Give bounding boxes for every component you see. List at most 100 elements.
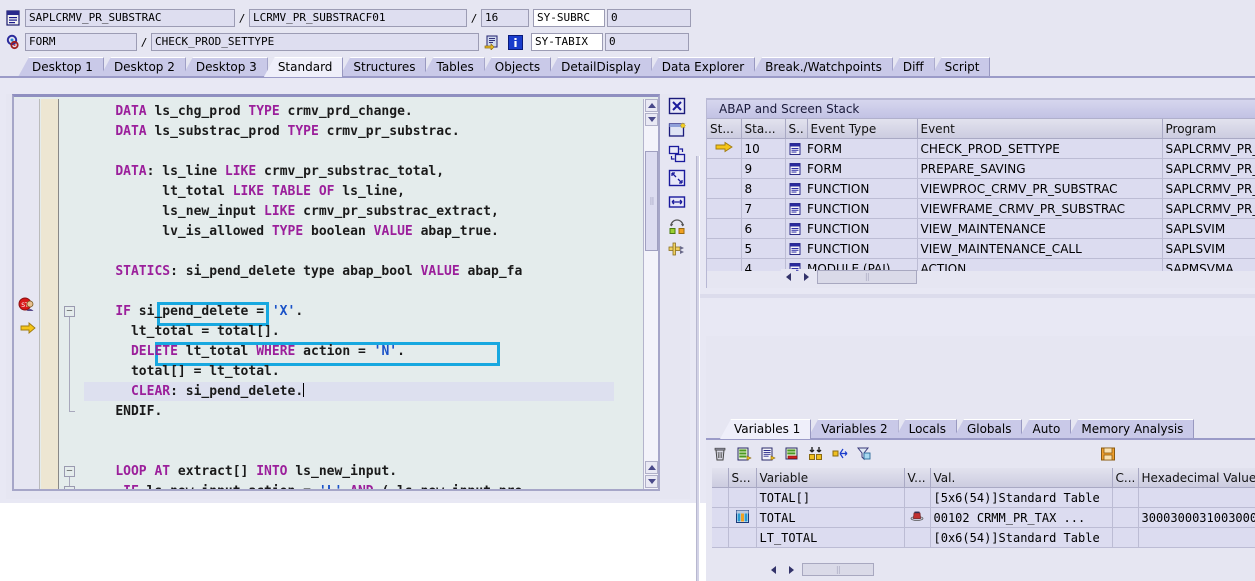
variable-type-icon-cell[interactable] [904, 507, 931, 528]
stack-table-row[interactable]: 8 FUNCTION VIEWPROC_CRMV_PR_SUBSTRAC SAPLCR… [707, 178, 1255, 199]
variable-name[interactable]: TOTAL[] [756, 487, 905, 508]
filter-icon[interactable] [854, 444, 874, 464]
code-line[interactable]: 22 [60, 442, 645, 462]
line-number-field[interactable]: 16 [481, 9, 529, 27]
collapse-all-icon[interactable] [806, 444, 826, 464]
variable-value[interactable]: [5x6(54)]Standard Table [930, 487, 1113, 508]
stack-table-row[interactable]: 9 FORMPREPARE_SAVINGSAPLCRMV_PR_S [707, 158, 1255, 179]
swap-icon[interactable] [667, 216, 687, 236]
code-line[interactable]: 11 lv_is_allowed TYPE boolean VALUE abap… [60, 222, 645, 242]
maximize-icon[interactable] [667, 168, 687, 188]
tab-break-watchpoints[interactable]: Break./Watchpoints [751, 57, 893, 77]
horizontal-splitter[interactable] [700, 294, 1255, 298]
code-line[interactable]: 18 total[] = lt_total. [60, 362, 645, 382]
include-name-field[interactable]: LCRMV_PR_SUBSTRACF01 [249, 9, 467, 27]
stack-column-header[interactable]: Sta... [741, 119, 786, 139]
variables-row-selector[interactable] [712, 527, 729, 548]
code-scroll-thumb[interactable]: ⣿ [645, 151, 658, 251]
variables-horizontal-nav[interactable]: ⣿ [766, 562, 874, 577]
code-line[interactable]: 6 DATA ls_substrac_prod TYPE crmv_pr_sub… [60, 122, 645, 142]
stack-column-header[interactable]: Event [917, 119, 1163, 139]
stack-horizontal-nav[interactable]: ⣿ [781, 269, 917, 284]
tab-data-explorer[interactable]: Data Explorer [647, 57, 756, 77]
stack-table-row[interactable]: 6 FUNCTION VIEW_MAINTENANCE SAPLSVIM [707, 218, 1255, 239]
code-line[interactable]: 8 DATA: ls_line LIKE crmv_pr_substrac_to… [60, 162, 645, 182]
program-name-field[interactable]: SAPLCRMV_PR_SUBSTRAC [25, 9, 235, 27]
scroll-up-arrow-2-icon[interactable] [645, 461, 658, 474]
stack-prev-arrow-icon[interactable] [781, 269, 796, 284]
variables-struct-icon-cell[interactable] [728, 527, 757, 548]
stack-next-arrow-icon[interactable] [799, 269, 814, 284]
code-line[interactable]: 13 STATICS: si_pend_delete type abap_boo… [60, 262, 645, 282]
variables-table-row[interactable]: TOTAL[] [5x6(54)]Standard Table [712, 487, 1255, 508]
var-tab-variables-2[interactable]: Variables 2 [807, 419, 899, 439]
tab-diff[interactable]: Diff [888, 57, 935, 77]
code-line[interactable]: 19 CLEAR: si_pend_delete. [60, 382, 645, 402]
scroll-down-arrow-icon[interactable] [645, 113, 658, 126]
tab-standard[interactable]: Standard [263, 57, 344, 77]
code-line[interactable]: 14 [60, 282, 645, 302]
variable-name[interactable]: TOTAL [756, 507, 905, 528]
scroll-down-arrow-2-icon[interactable] [645, 475, 658, 488]
fold-toggle-icon[interactable]: – [64, 466, 75, 477]
variables-column-header[interactable]: Val. [930, 468, 1113, 488]
variables-column-header[interactable]: Hexadecimal Value [1138, 468, 1255, 488]
remove-row-icon[interactable] [782, 444, 802, 464]
code-line[interactable]: 10 ls_new_input LIKE crmv_pr_substrac_ex… [60, 202, 645, 222]
code-line[interactable]: 16 lt_total = total[]. [60, 322, 645, 342]
code-lines-container[interactable]: 5 DATA ls_chg_prod TYPE crmv_prd_change.… [60, 99, 645, 489]
bookmark-gutter[interactable] [41, 99, 59, 489]
stack-column-header[interactable]: S.. [785, 119, 808, 139]
tab-desktop-1[interactable]: Desktop 1 [18, 57, 104, 77]
tab-detaildisplay[interactable]: DetailDisplay [547, 57, 652, 77]
variables-prev-arrow-icon[interactable] [766, 562, 781, 577]
variables-column-header[interactable]: C... [1112, 468, 1139, 488]
tab-structures[interactable]: Structures [339, 57, 427, 77]
variables-column-header[interactable]: V... [904, 468, 931, 488]
variable-value[interactable]: [0x6(54)]Standard Table [930, 527, 1113, 548]
new-window-icon[interactable] [667, 120, 687, 140]
code-line[interactable]: 15– IF si_pend_delete = 'X'. [60, 302, 645, 322]
vertical-splitter[interactable] [696, 156, 700, 581]
restore-window-icon[interactable] [667, 144, 687, 164]
variables-column-header[interactable]: S... [728, 468, 757, 488]
var-tab-variables-1[interactable]: Variables 1 [720, 419, 812, 439]
code-line[interactable]: 5 DATA ls_chg_prod TYPE crmv_prd_change. [60, 102, 645, 122]
breakpoint-icon[interactable]: ST [18, 297, 36, 313]
code-line[interactable]: 20 ENDIF. [60, 402, 645, 422]
insert-row-icon[interactable] [758, 444, 778, 464]
var-tab-globals[interactable]: Globals [952, 419, 1023, 439]
stack-table-row[interactable]: 5 FUNCTION VIEW_MAINTENANCE_CALL SAPLSVIM [707, 238, 1255, 259]
close-window-icon[interactable] [667, 96, 687, 116]
tab-script[interactable]: Script [930, 57, 991, 77]
variables-hscroll-thumb[interactable]: ⣿ [802, 563, 874, 576]
variable-type-icon-cell[interactable] [904, 527, 931, 548]
event-type-field[interactable]: FORM [25, 33, 137, 51]
var-tab-locals[interactable]: Locals [894, 419, 957, 439]
fold-toggle-icon[interactable]: – [64, 306, 75, 317]
variables-table-row[interactable]: LT_TOTAL [0x6(54)]Standard Table [712, 527, 1255, 548]
variable-type-icon-cell[interactable] [904, 487, 931, 508]
code-line[interactable]: 21 [60, 422, 645, 442]
code-vertical-scrollbar[interactable]: ⣿ [643, 99, 658, 489]
code-line[interactable]: 9 lt_total LIKE TABLE OF ls_line, [60, 182, 645, 202]
code-line[interactable]: 12 [60, 242, 645, 262]
tools-icon[interactable] [667, 240, 687, 260]
stack-table-row[interactable]: 7 FUNCTION VIEWFRAME_CRMV_PR_SUBSTRAC SAPLC… [707, 198, 1255, 219]
stack-hscroll-thumb[interactable]: ⣿ [817, 269, 917, 284]
fold-toggle-icon[interactable]: – [64, 486, 75, 489]
variable-value[interactable]: 00102 CRMM_PR_TAX ... [930, 507, 1113, 528]
variables-row-selector[interactable] [712, 487, 729, 508]
breakpoint-gutter[interactable]: ST [14, 99, 40, 489]
stack-grid-container[interactable]: St... Sta... S.. Event Type Event Program 10 F… [707, 119, 1255, 271]
tab-desktop-3[interactable]: Desktop 3 [181, 57, 268, 77]
variables-struct-icon-cell[interactable] [728, 507, 757, 528]
delete-trash-icon[interactable] [710, 444, 730, 464]
goto-icon[interactable] [483, 33, 501, 51]
variables-table-body[interactable]: TOTAL[] [5x6(54)]Standard Table TOTAL 00102… [712, 487, 1255, 548]
code-line[interactable]: 7 [60, 142, 645, 162]
code-line[interactable]: 23– LOOP AT extract[] INTO ls_new_input. [60, 462, 645, 482]
resize-width-icon[interactable] [667, 192, 687, 212]
tab-tables[interactable]: Tables [422, 57, 485, 77]
save-disk-icon[interactable] [1098, 444, 1118, 464]
